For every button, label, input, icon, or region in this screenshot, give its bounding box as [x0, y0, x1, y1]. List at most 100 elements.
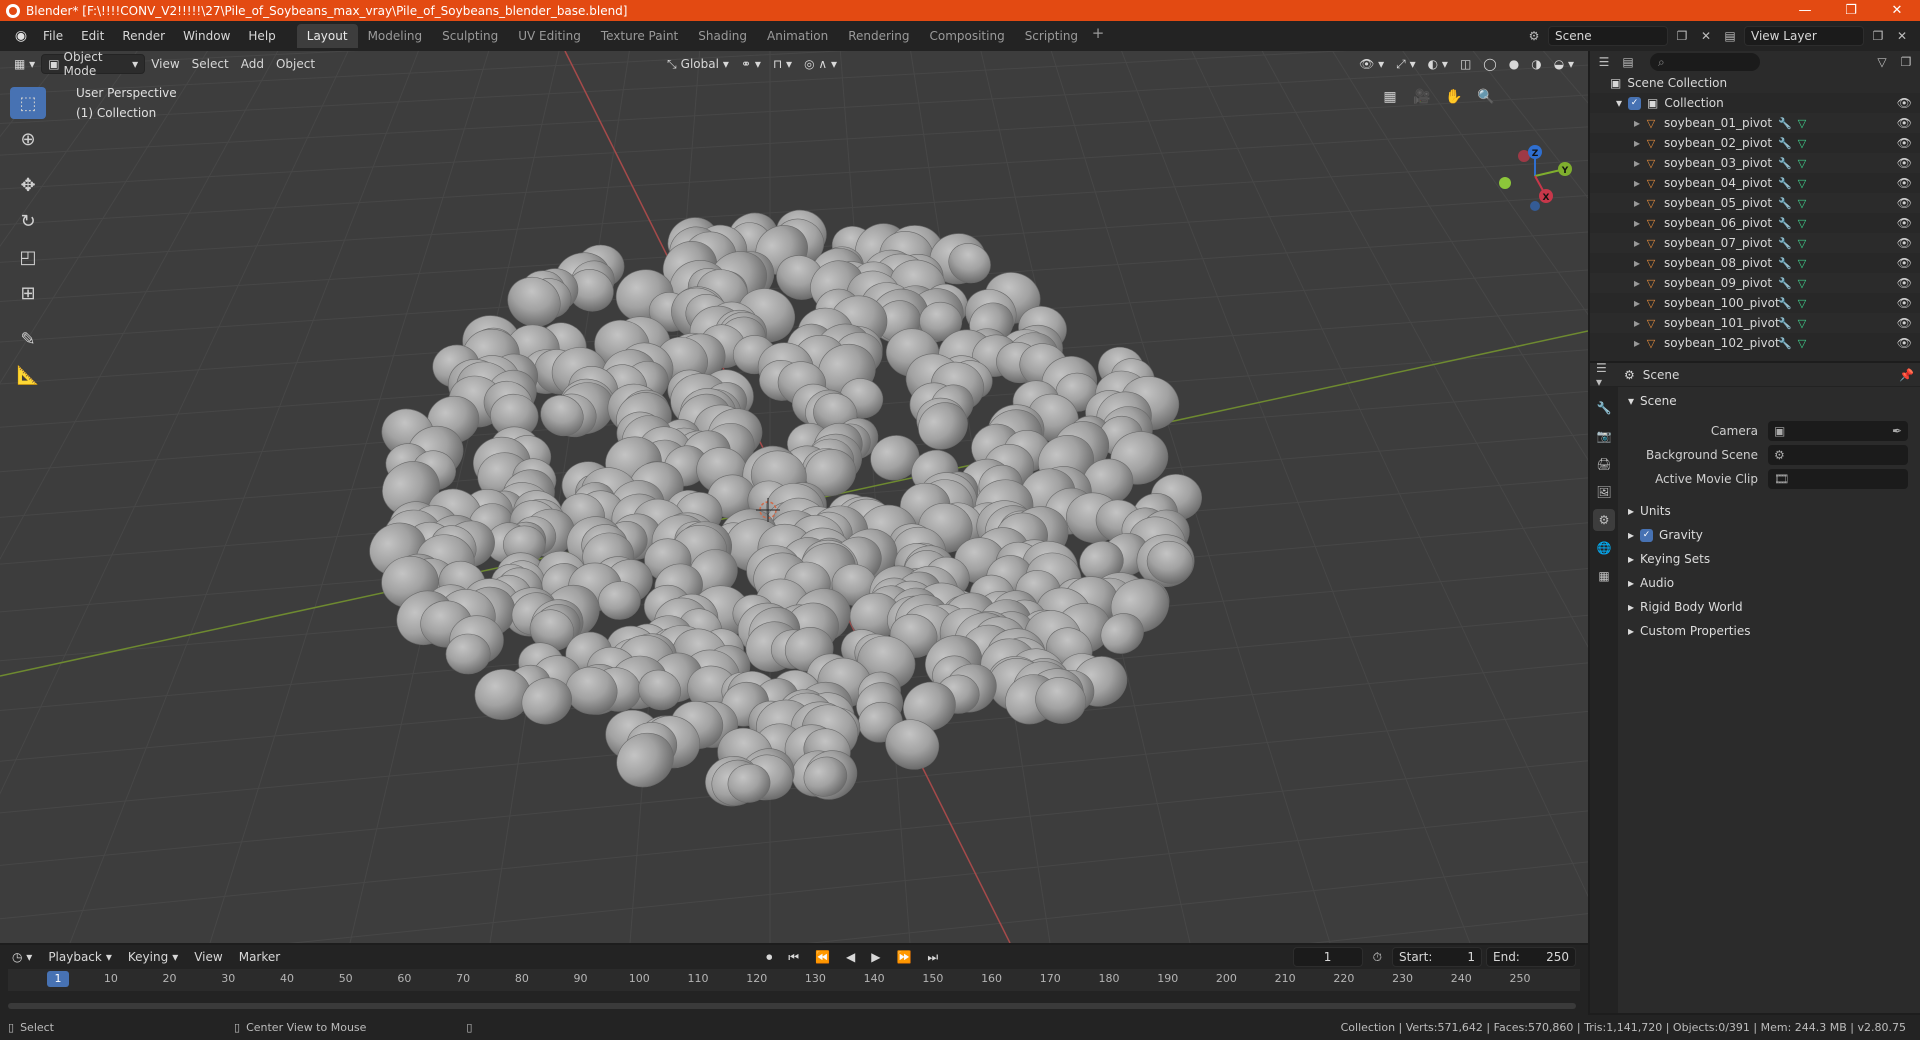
jump-start-icon[interactable]: ⏮: [782, 947, 805, 967]
disclosure-triangle-icon[interactable]: ▸: [1634, 316, 1640, 330]
outliner-row-object[interactable]: ▸ ▽ soybean_04_pivot 🔧 ▽ 👁: [1590, 173, 1920, 193]
eye-icon[interactable]: 👁: [1897, 276, 1912, 290]
modifier-icon[interactable]: 🔧: [1778, 217, 1792, 230]
scene-tab-icon[interactable]: ⚙: [1593, 509, 1615, 531]
tab-compositing[interactable]: Compositing: [919, 24, 1014, 48]
timeline-menu-keying[interactable]: Keying ▾: [122, 947, 184, 967]
select-box-tool-icon[interactable]: ⬚: [10, 87, 46, 119]
delete-view-layer-icon[interactable]: ✕: [1892, 26, 1912, 46]
mesh-data-icon[interactable]: ▽: [1798, 157, 1806, 170]
current-frame-indicator[interactable]: 1: [47, 971, 69, 987]
eye-icon[interactable]: 👁: [1897, 156, 1912, 170]
eye-icon[interactable]: 👁: [1897, 296, 1912, 310]
scene-selector-icon[interactable]: ⚙: [1524, 26, 1544, 46]
material-shading-icon[interactable]: ◑: [1525, 54, 1547, 74]
panel-scene-header[interactable]: ▾ Scene: [1620, 389, 1920, 413]
record-icon[interactable]: ⏺: [760, 947, 778, 967]
modifier-icon[interactable]: 🔧: [1778, 337, 1792, 350]
add-workspace-button[interactable]: +: [1088, 24, 1108, 48]
outliner-row-collection[interactable]: ▾ ✓ ▣ Collection 👁: [1590, 93, 1920, 113]
eye-icon[interactable]: 👁: [1897, 116, 1912, 130]
mesh-data-icon[interactable]: ▽: [1798, 177, 1806, 190]
outliner-search-input[interactable]: ⌕: [1650, 53, 1760, 71]
disclosure-triangle-icon[interactable]: ▸: [1634, 336, 1640, 350]
modifier-icon[interactable]: 🔧: [1778, 157, 1792, 170]
outliner-editor-type-icon[interactable]: ☰: [1594, 52, 1614, 72]
outliner-row-object[interactable]: ▸ ▽ soybean_100_pivot 🔧 ▽ 👁: [1590, 293, 1920, 313]
solid-shading-icon[interactable]: ●: [1503, 54, 1525, 74]
mesh-data-icon[interactable]: ▽: [1798, 217, 1806, 230]
eye-icon[interactable]: 👁: [1897, 176, 1912, 190]
outliner-row-object[interactable]: ▸ ▽ soybean_02_pivot 🔧 ▽ 👁: [1590, 133, 1920, 153]
tab-shading[interactable]: Shading: [688, 24, 757, 48]
new-collection-icon[interactable]: ❐: [1896, 52, 1916, 72]
modifier-icon[interactable]: 🔧: [1778, 117, 1792, 130]
disclosure-triangle-icon[interactable]: ▸: [1634, 156, 1640, 170]
properties-editor-type-icon[interactable]: ☰ ▾: [1596, 361, 1616, 389]
move-tool-icon[interactable]: ✥: [10, 169, 46, 201]
xray-toggle-icon[interactable]: ◫: [1454, 54, 1477, 74]
menu-edit[interactable]: Edit: [72, 25, 113, 47]
viewport-menu-select[interactable]: Select: [186, 54, 235, 74]
disclosure-triangle-icon[interactable]: ▸: [1634, 236, 1640, 250]
timeline-menu-view[interactable]: View: [188, 947, 228, 967]
tab-scripting[interactable]: Scripting: [1015, 24, 1088, 48]
outliner-row-object[interactable]: ▸ ▽ soybean_101_pivot 🔧 ▽ 👁: [1590, 313, 1920, 333]
jump-keyframe-forward-icon[interactable]: ⏩: [890, 947, 917, 967]
mesh-data-icon[interactable]: ▽: [1798, 317, 1806, 330]
current-frame-field[interactable]: 1: [1292, 947, 1363, 967]
disclosure-triangle-icon[interactable]: ▸: [1634, 296, 1640, 310]
outliner-row-object[interactable]: ▸ ▽ soybean_09_pivot 🔧 ▽ 👁: [1590, 273, 1920, 293]
eye-icon[interactable]: 👁: [1897, 236, 1912, 250]
world-tab-icon[interactable]: 🌐: [1593, 537, 1615, 559]
disclosure-triangle-icon[interactable]: ▸: [1634, 116, 1640, 130]
outliner-row-object[interactable]: ▸ ▽ soybean_08_pivot 🔧 ▽ 👁: [1590, 253, 1920, 273]
outliner-row-object[interactable]: ▸ ▽ soybean_06_pivot 🔧 ▽ 👁: [1590, 213, 1920, 233]
disclosure-triangle-icon[interactable]: ▸: [1634, 276, 1640, 290]
maximize-button[interactable]: ❐: [1828, 0, 1874, 21]
viewport-menu-view[interactable]: View: [145, 54, 185, 74]
modifier-icon[interactable]: 🔧: [1778, 237, 1792, 250]
transform-tool-icon[interactable]: ⊞: [10, 277, 46, 309]
background-scene-field[interactable]: ⚙: [1768, 445, 1908, 465]
eye-icon[interactable]: 👁: [1897, 336, 1912, 350]
eye-icon[interactable]: 👁: [1897, 256, 1912, 270]
play-icon[interactable]: ▶: [865, 947, 886, 967]
modifier-icon[interactable]: 🔧: [1778, 137, 1792, 150]
play-reverse-icon[interactable]: ◀: [840, 947, 861, 967]
modifier-icon[interactable]: 🔧: [1778, 197, 1792, 210]
panel-rigid-body-world-header[interactable]: ▸ Rigid Body World: [1620, 595, 1920, 619]
timeline-menu-playback[interactable]: Playback ▾: [42, 947, 118, 967]
modifier-icon[interactable]: 🔧: [1778, 257, 1792, 270]
tab-modeling[interactable]: Modeling: [358, 24, 433, 48]
stopwatch-icon[interactable]: ⏱: [1367, 947, 1388, 967]
pivot-point-icon[interactable]: ⚭ ▾: [735, 54, 767, 74]
jump-end-icon[interactable]: ⏭: [921, 947, 944, 967]
gizmo-toggle-icon[interactable]: ⤢ ▾: [1390, 54, 1421, 74]
delete-scene-icon[interactable]: ✕: [1696, 26, 1716, 46]
pan-view-icon[interactable]: ✋: [1442, 85, 1466, 109]
gravity-checkbox[interactable]: ✓: [1640, 528, 1654, 542]
disclosure-triangle-icon[interactable]: ▸: [1634, 136, 1640, 150]
eye-icon[interactable]: 👁: [1897, 96, 1912, 110]
menu-help[interactable]: Help: [239, 25, 284, 47]
pin-icon[interactable]: 📌: [1899, 368, 1914, 382]
view-layer-icon[interactable]: ▤: [1720, 26, 1740, 46]
measure-tool-icon[interactable]: 📐: [10, 359, 46, 391]
disclosure-triangle-icon[interactable]: ▸: [1634, 216, 1640, 230]
filter-icon[interactable]: ▽: [1872, 52, 1892, 72]
zoom-view-icon[interactable]: 🔍: [1474, 85, 1498, 109]
panel-custom-properties-header[interactable]: ▸ Custom Properties: [1620, 619, 1920, 643]
render-tab-icon[interactable]: 📷: [1593, 425, 1615, 447]
view-layer-tab-icon[interactable]: 🖼: [1593, 481, 1615, 503]
panel-keying-sets-header[interactable]: ▸ Keying Sets: [1620, 547, 1920, 571]
start-frame-field[interactable]: Start: 1: [1392, 947, 1482, 967]
transform-orientation[interactable]: ⤡ Global ▾: [661, 54, 735, 74]
disclosure-triangle-icon[interactable]: ▸: [1634, 176, 1640, 190]
modifier-icon[interactable]: 🔧: [1778, 297, 1792, 310]
tab-layout[interactable]: Layout: [296, 24, 358, 48]
mesh-data-icon[interactable]: ▽: [1798, 137, 1806, 150]
menu-window[interactable]: Window: [174, 25, 239, 47]
camera-view-icon[interactable]: 🎥: [1410, 85, 1434, 109]
cursor-tool-icon[interactable]: ⊕: [10, 123, 46, 155]
